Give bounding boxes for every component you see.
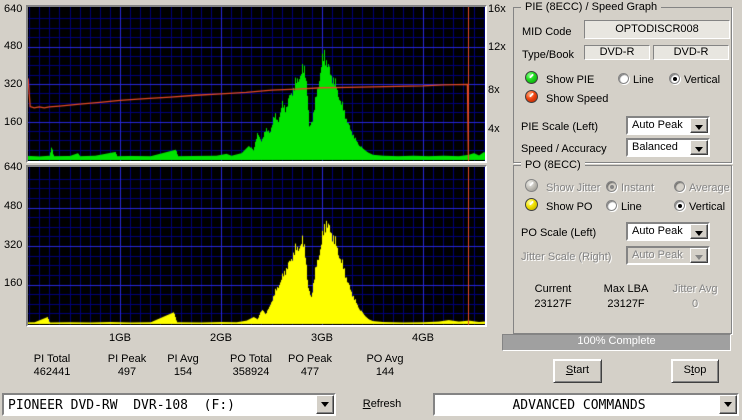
drive-select-value: PIONEER DVD-RW DVR-108 (F:)	[8, 398, 235, 413]
dropdown-arrow-icon[interactable]	[690, 140, 708, 155]
pie-line-radio[interactable]	[618, 73, 629, 84]
po-group: PO (8ECC) Show Jitter Instant Average Sh…	[513, 159, 732, 334]
max-lba-label: Max LBA	[603, 283, 649, 295]
show-speed-label: Show Speed	[546, 93, 609, 105]
y-axis-label: 160	[4, 116, 23, 128]
speed-axis-label: 16x	[488, 3, 506, 15]
jitter-scale-select: Auto Peak	[626, 246, 710, 265]
po-line-label: Line	[621, 201, 642, 213]
pie-speed-group: PIE (8ECC) / Speed Graph MID Code OPTODI…	[513, 1, 732, 163]
dropdown-arrow-icon	[690, 248, 708, 263]
x-axis-tick: 4GB	[411, 332, 434, 344]
jitter-scale-value: Auto Peak	[632, 249, 683, 261]
show-po-label: Show PO	[546, 201, 593, 213]
speed-accuracy-select[interactable]: Balanced	[626, 138, 710, 157]
drive-select[interactable]: PIONEER DVD-RW DVR-108 (F:)	[2, 393, 336, 416]
y-axis-label: 480	[4, 40, 23, 52]
pie-scale-value: Auto Peak	[632, 119, 683, 131]
speed-accuracy-label: Speed / Accuracy	[521, 143, 607, 155]
po-vertical-label: Vertical	[689, 201, 726, 213]
mid-code-value: OPTODISCR008	[584, 20, 730, 39]
advanced-commands-value: ADVANCED COMMANDS	[512, 398, 646, 413]
jitter-avg-label: Jitter Avg	[672, 283, 718, 295]
pie-vertical-radio[interactable]	[669, 73, 680, 84]
stat-value: 477	[300, 366, 320, 378]
mid-code-label: MID Code	[522, 26, 572, 38]
stat-label: PI Total	[33, 353, 71, 365]
jitter-led-indicator	[525, 179, 538, 192]
x-axis-tick: 2GB	[209, 332, 232, 344]
speed-axis-label: 8x	[488, 84, 500, 96]
po-group-title: PO (8ECC)	[521, 159, 585, 172]
current-label: Current	[534, 283, 572, 295]
pie-scale-select[interactable]: Auto Peak	[626, 116, 710, 135]
progress-text: 100% Complete	[577, 335, 656, 347]
refresh-button[interactable]: Refresh	[352, 398, 412, 410]
pie-scale-label: PIE Scale (Left)	[521, 121, 599, 133]
po-graph-canvas	[28, 167, 485, 325]
jitter-average-label: Average	[689, 182, 730, 194]
book-value: DVD-R	[653, 45, 729, 60]
x-axis-tick: 1GB	[108, 332, 131, 344]
x-axis-tick: 3GB	[310, 332, 333, 344]
stat-value: 144	[375, 366, 395, 378]
jitter-instant-label: Instant	[621, 182, 655, 194]
current-value: 23127F	[534, 298, 572, 310]
jitter-avg-value: 0	[691, 298, 699, 310]
pie-speed-graph-canvas	[28, 7, 485, 161]
stat-label: PI Avg	[167, 353, 199, 365]
po-scale-value: Auto Peak	[632, 225, 683, 237]
advanced-commands-select[interactable]: ADVANCED COMMANDS	[433, 393, 739, 416]
dropdown-arrow-icon[interactable]	[690, 118, 708, 133]
po-scale-label: PO Scale (Left)	[521, 227, 597, 239]
max-lba-value: 23127F	[607, 298, 645, 310]
speed-axis-label: 4x	[488, 123, 500, 135]
y-axis-label: 640	[4, 161, 23, 173]
scan-progress-bar: 100% Complete	[502, 334, 731, 351]
dropdown-arrow-icon[interactable]	[690, 224, 708, 239]
speed-accuracy-value: Balanced	[632, 141, 678, 153]
jitter-scale-label: Jitter Scale (Right)	[521, 251, 612, 263]
dropdown-arrow-icon[interactable]	[719, 395, 737, 414]
type-value: DVD-R	[584, 45, 650, 60]
stat-label: PO Peak	[287, 353, 333, 365]
y-axis-label: 640	[4, 3, 23, 15]
speed-axis-label: 12x	[488, 41, 506, 53]
disc-quality-scan-window: 640 480 320 160 16x 12x 8x 4x 640 480 32…	[0, 0, 742, 420]
jitter-average-radio	[674, 181, 685, 192]
po-led-indicator[interactable]	[525, 198, 538, 211]
po-vertical-radio[interactable]	[674, 200, 685, 211]
po-graph	[26, 165, 487, 327]
y-axis-label: 480	[4, 200, 23, 212]
dropdown-arrow-icon[interactable]	[316, 395, 334, 414]
pie-speed-graph	[26, 5, 487, 163]
stat-value: 154	[173, 366, 193, 378]
pie-led-indicator[interactable]	[525, 71, 538, 84]
y-axis-label: 160	[4, 277, 23, 289]
pie-vertical-label: Vertical	[684, 74, 721, 86]
po-line-radio[interactable]	[606, 200, 617, 211]
stop-button[interactable]: Stop	[671, 359, 719, 383]
type-book-label: Type/Book	[522, 49, 574, 61]
jitter-instant-radio	[606, 181, 617, 192]
start-button[interactable]: Start	[553, 359, 602, 383]
stat-label: PO Avg	[366, 353, 404, 365]
pie-line-label: Line	[633, 74, 654, 86]
pie-group-title: PIE (8ECC) / Speed Graph	[521, 1, 662, 14]
show-pie-label: Show PIE	[546, 74, 595, 86]
y-axis-label: 320	[4, 78, 23, 90]
stat-value: 462441	[33, 366, 71, 378]
speed-led-indicator[interactable]	[525, 90, 538, 103]
y-axis-label: 320	[4, 239, 23, 251]
po-scale-select[interactable]: Auto Peak	[626, 222, 710, 241]
show-jitter-label: Show Jitter	[546, 182, 601, 194]
